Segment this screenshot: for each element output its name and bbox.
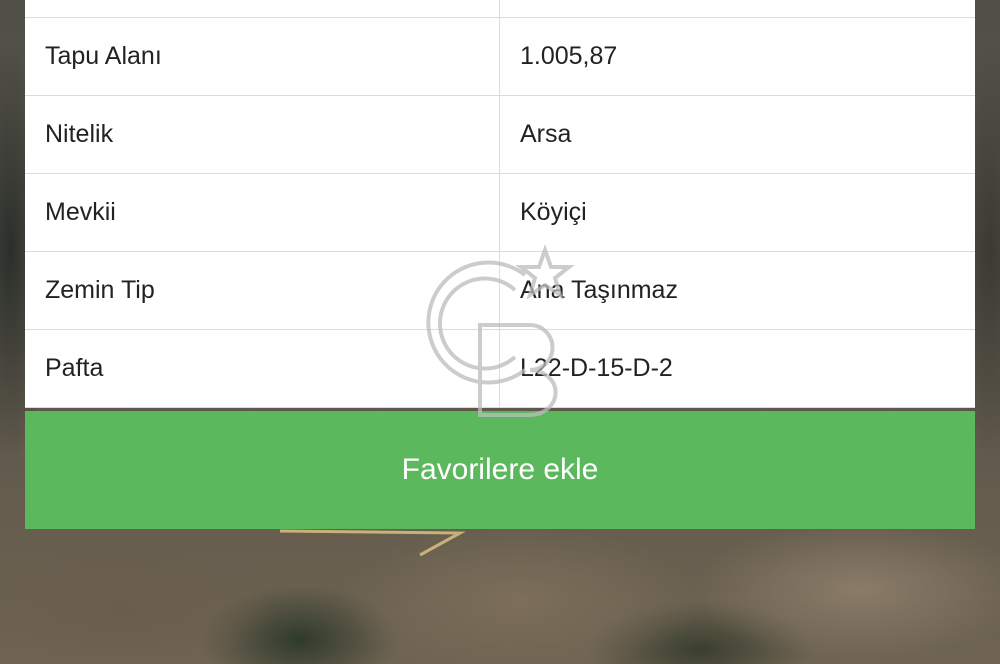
row-value: 1.005,87 <box>520 42 618 70</box>
table-row: Tapu Alanı 1.005,87 <box>25 18 975 96</box>
table-row: Zemin Tip Ana Taşınmaz <box>25 252 975 330</box>
table-row: Pafta L22-D-15-D-2 <box>25 330 975 408</box>
row-value: Ana Taşınmaz <box>520 276 678 304</box>
row-label: Mevkii <box>25 174 500 251</box>
table-row: Mevkii Köyiçi <box>25 174 975 252</box>
add-to-favorites-button[interactable]: Favorilere ekle <box>25 411 975 529</box>
parcel-boundary-line <box>280 529 466 557</box>
row-label: Zemin Tip <box>25 252 500 329</box>
property-details-panel: Tapu Alanı 1.005,87 Nitelik Arsa Mevkii … <box>25 0 975 408</box>
table-row-partial <box>25 0 975 18</box>
row-value: L22-D-15-D-2 <box>520 354 673 382</box>
row-value: Arsa <box>520 120 572 148</box>
row-label: Nitelik <box>25 96 500 173</box>
row-label: Pafta <box>25 330 500 407</box>
property-details-table: Tapu Alanı 1.005,87 Nitelik Arsa Mevkii … <box>25 0 975 408</box>
row-label: Tapu Alanı <box>25 18 500 95</box>
row-value: Köyiçi <box>520 198 587 226</box>
table-row: Nitelik Arsa <box>25 96 975 174</box>
